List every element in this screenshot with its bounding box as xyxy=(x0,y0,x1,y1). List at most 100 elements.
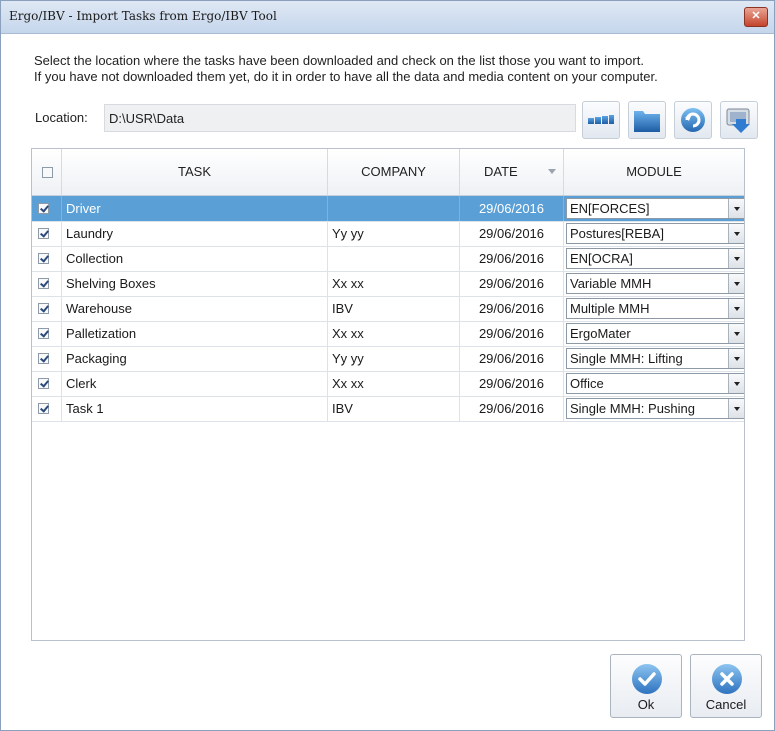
date-cell: 29/06/2016 xyxy=(460,196,564,221)
module-select-value: Variable MMH xyxy=(570,276,652,291)
row-checkbox[interactable] xyxy=(38,253,49,264)
module-cell: Single MMH: Pushing xyxy=(564,396,744,421)
chevron-down-icon[interactable] xyxy=(728,374,744,393)
row-checkbox[interactable] xyxy=(38,278,49,289)
module-cell: ErgoMater xyxy=(564,321,744,346)
instructions-line-1: Select the location where the tasks have… xyxy=(34,53,644,68)
refresh-button[interactable] xyxy=(674,101,712,139)
cancel-label: Cancel xyxy=(705,697,747,712)
table-row[interactable]: Palletization Xx xx 29/06/2016 ErgoMater xyxy=(32,321,744,347)
row-checkbox[interactable] xyxy=(38,203,49,214)
row-check-cell xyxy=(32,296,62,321)
task-cell: Collection xyxy=(62,246,328,271)
table-row[interactable]: Laundry Yy yy 29/06/2016 Postures[REBA] xyxy=(32,221,744,247)
task-cell: Palletization xyxy=(62,321,328,346)
ok-button[interactable]: Ok xyxy=(610,654,682,718)
company-cell xyxy=(328,246,460,271)
module-select[interactable]: Multiple MMH xyxy=(566,298,744,319)
table-row[interactable]: Warehouse IBV 29/06/2016 Multiple MMH xyxy=(32,296,744,322)
row-checkbox[interactable] xyxy=(38,378,49,389)
checkmark-icon xyxy=(632,664,662,694)
table-row[interactable]: Shelving Boxes Xx xx 29/06/2016 Variable MM… xyxy=(32,271,744,297)
sort-down-icon xyxy=(548,169,556,174)
module-cell: Variable MMH xyxy=(564,271,744,296)
table-row[interactable]: Task 1 IBV 29/06/2016 Single MMH: Pushing xyxy=(32,396,744,422)
row-checkbox[interactable] xyxy=(38,228,49,239)
grid-header: TASK COMPANY DATE MODULE xyxy=(32,149,744,196)
module-select-value: Single MMH: Lifting xyxy=(570,351,683,366)
dots-folder-icon xyxy=(588,115,614,124)
row-check-cell xyxy=(32,221,62,246)
task-cell: Laundry xyxy=(62,221,328,246)
module-select-value: Postures[REBA] xyxy=(570,226,664,241)
table-row[interactable]: Packaging Yy yy 29/06/2016 Single MMH: Lift… xyxy=(32,346,744,372)
company-cell: Xx xx xyxy=(328,321,460,346)
chevron-down-icon[interactable] xyxy=(728,274,744,293)
company-cell xyxy=(328,196,460,221)
refresh-icon xyxy=(681,108,705,132)
select-all-checkbox[interactable] xyxy=(42,167,53,178)
table-row[interactable]: Collection 29/06/2016 EN[OCRA] xyxy=(32,246,744,272)
module-select[interactable]: ErgoMater xyxy=(566,323,744,344)
cancel-button[interactable]: Cancel xyxy=(690,654,762,718)
chevron-down-icon[interactable] xyxy=(728,224,744,243)
module-cell: Single MMH: Lifting xyxy=(564,346,744,371)
x-circle-icon xyxy=(712,664,742,694)
row-check-cell xyxy=(32,346,62,371)
module-select-value: Multiple MMH xyxy=(570,301,650,316)
module-select[interactable]: Variable MMH xyxy=(566,273,744,294)
chevron-down-icon[interactable] xyxy=(728,349,744,368)
date-cell: 29/06/2016 xyxy=(460,271,564,296)
module-select[interactable]: EN[FORCES] xyxy=(566,198,744,219)
tasks-grid: TASK COMPANY DATE MODULE Driver 29/06/201… xyxy=(31,148,745,641)
row-checkbox[interactable] xyxy=(38,303,49,314)
row-check-cell xyxy=(32,396,62,421)
header-task[interactable]: TASK xyxy=(62,149,328,195)
module-select-value: Single MMH: Pushing xyxy=(570,401,695,416)
download-from-device-button[interactable] xyxy=(720,101,758,139)
task-cell: Shelving Boxes xyxy=(62,271,328,296)
module-select[interactable]: Single MMH: Pushing xyxy=(566,398,744,419)
header-module[interactable]: MODULE xyxy=(564,149,744,195)
date-cell: 29/06/2016 xyxy=(460,346,564,371)
header-company[interactable]: COMPANY xyxy=(328,149,460,195)
module-cell: Office xyxy=(564,371,744,396)
instructions-text: Select the location where the tasks have… xyxy=(34,53,754,85)
chevron-down-icon[interactable] xyxy=(728,299,744,318)
browse-location-button[interactable] xyxy=(582,101,620,139)
window-title: Ergo/IBV - Import Tasks from Ergo/IBV To… xyxy=(9,9,277,23)
row-check-cell xyxy=(32,371,62,396)
header-date[interactable]: DATE xyxy=(460,149,564,195)
location-field[interactable]: D:\USR\Data xyxy=(104,104,576,132)
module-select-value: Office xyxy=(570,376,604,391)
date-cell: 29/06/2016 xyxy=(460,221,564,246)
module-cell: EN[OCRA] xyxy=(564,246,744,271)
module-cell: Multiple MMH xyxy=(564,296,744,321)
company-cell: IBV xyxy=(328,296,460,321)
chevron-down-icon[interactable] xyxy=(728,399,744,418)
chevron-down-icon[interactable] xyxy=(728,324,744,343)
company-cell: Xx xx xyxy=(328,371,460,396)
header-select-all xyxy=(32,149,62,195)
row-check-cell xyxy=(32,321,62,346)
module-select[interactable]: Office xyxy=(566,373,744,394)
company-cell: Yy yy xyxy=(328,346,460,371)
row-checkbox[interactable] xyxy=(38,353,49,364)
chevron-down-icon[interactable] xyxy=(728,199,744,218)
table-row[interactable]: Clerk Xx xx 29/06/2016 Office xyxy=(32,371,744,397)
table-row[interactable]: Driver 29/06/2016 EN[FORCES] xyxy=(32,196,744,222)
close-button[interactable]: ✕ xyxy=(744,7,768,27)
date-cell: 29/06/2016 xyxy=(460,396,564,421)
module-select[interactable]: EN[OCRA] xyxy=(566,248,744,269)
row-check-cell xyxy=(32,246,62,271)
module-select[interactable]: Postures[REBA] xyxy=(566,223,744,244)
task-cell: Packaging xyxy=(62,346,328,371)
task-cell: Warehouse xyxy=(62,296,328,321)
chevron-down-icon[interactable] xyxy=(728,249,744,268)
company-cell: Xx xx xyxy=(328,271,460,296)
row-checkbox[interactable] xyxy=(38,328,49,339)
open-folder-button[interactable] xyxy=(628,101,666,139)
row-checkbox[interactable] xyxy=(38,403,49,414)
module-select[interactable]: Single MMH: Lifting xyxy=(566,348,744,369)
company-cell: IBV xyxy=(328,396,460,421)
